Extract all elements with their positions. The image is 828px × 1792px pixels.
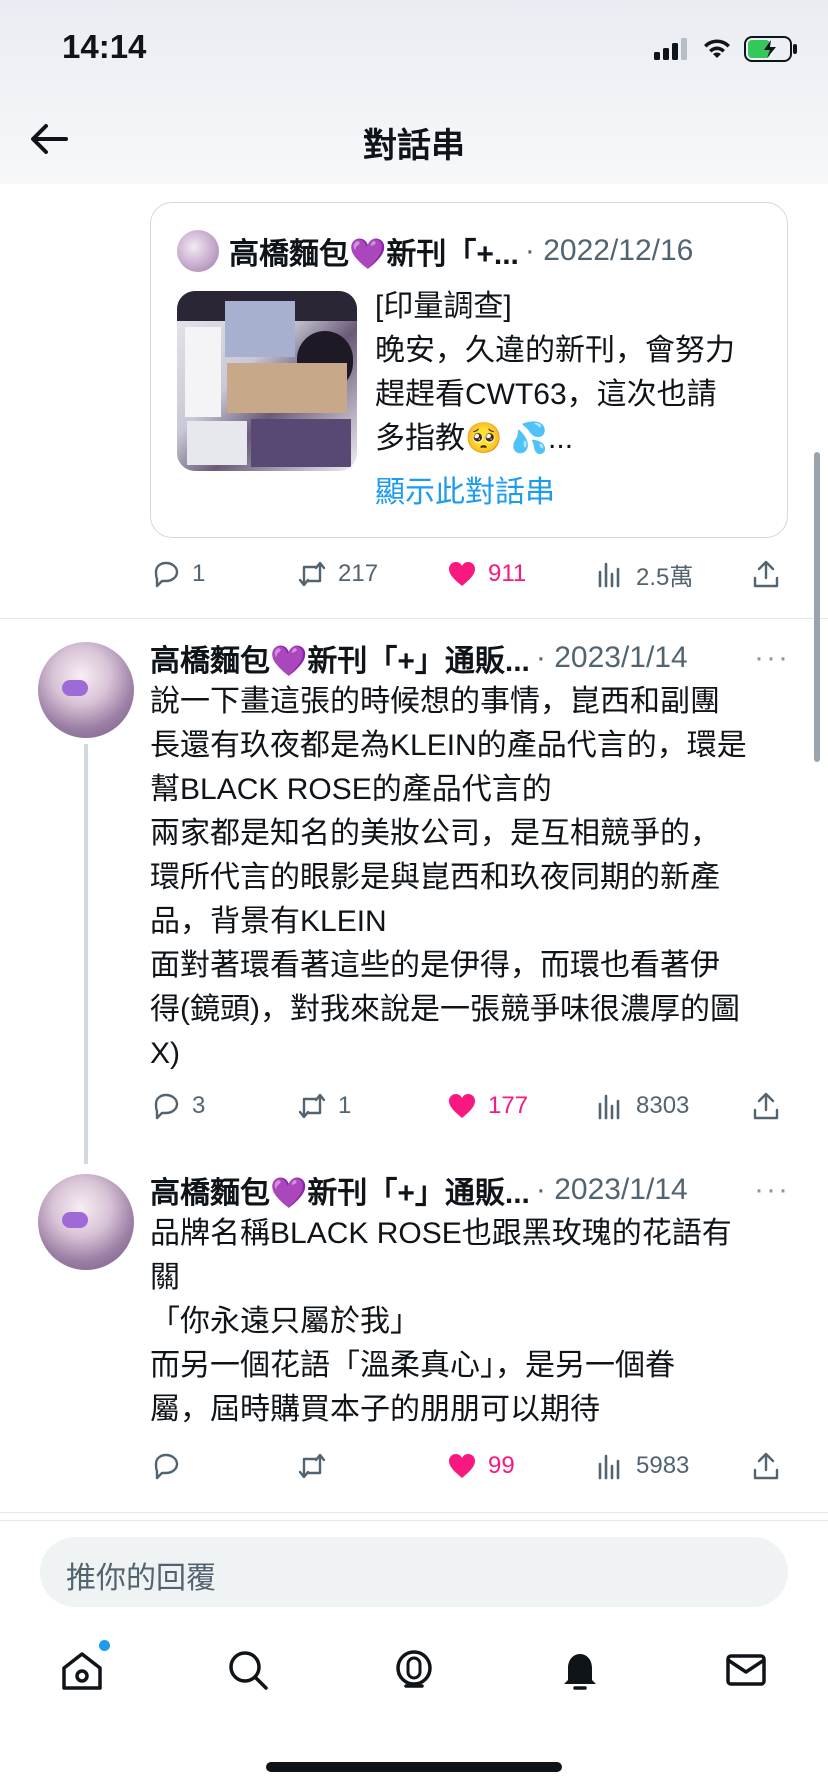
status-time: 14:14 [62,28,147,65]
mail-icon [726,1654,766,1686]
page-title: 對話串 [363,127,465,165]
like-count: 99 [488,1452,515,1479]
tweet-header: 高橋麵包💜新刊「+」通販... · 2023/1/14 ··· [150,1168,790,1212]
retweet-button[interactable]: 217 [296,554,378,594]
tweet-date: · 2023/1/14 [535,641,688,674]
quoted-line: [印量調查] [375,290,512,323]
reply-button[interactable] [150,1446,192,1486]
tweet-image-thumbnail[interactable] [177,291,357,471]
avatar[interactable] [38,642,134,738]
show-thread-link[interactable]: 顯示此對話串 [375,467,555,511]
views-icon [598,1454,620,1480]
tab-messages[interactable] [716,1640,776,1700]
wifi-icon [704,39,730,58]
top-header: 14:14 對話串 [0,0,828,184]
retweet-icon [298,1093,326,1119]
tab-notifications[interactable] [550,1640,610,1700]
reply-icon [154,1453,179,1480]
heart-icon [449,1094,475,1118]
author-name[interactable]: 高橋麵包💜新刊「+」通販... [150,1168,530,1212]
avatar-glasses [62,680,88,696]
tweet-text: 說一下畫這張的時候想的事情，崑西和副團 長還有玖夜都是為KLEIN的產品代言的，… [150,685,747,1070]
tab-home[interactable] [52,1640,112,1700]
avatar[interactable] [38,1174,134,1270]
spaces-icon [396,1650,432,1688]
quoted-tweet-text: [印量調查] 晚安，久違的新刊，會努力 趕趕看CWT63，這次也請 多指教🥺 💦… [375,285,775,461]
battery-icon [744,36,797,62]
quoted-line: 多指教🥺 💦... [375,422,574,455]
author-name[interactable]: 高橋麵包💜新刊「+」通販... [150,636,530,680]
reply-input[interactable]: 推你的回覆 [40,1537,788,1607]
views-button[interactable]: 8303 [594,1086,689,1126]
avatar-glasses [62,1212,88,1228]
status-icons [654,36,798,62]
retweet-button[interactable]: 1 [296,1086,351,1126]
heart-icon [449,562,475,586]
signal-icon [654,38,687,60]
divider [0,1512,828,1513]
tweet-actions: 1 217 911 2.5萬 [150,554,790,594]
view-count: 8303 [636,1092,690,1119]
view-count: 5983 [636,1452,690,1479]
reply-button[interactable]: 1 [150,554,205,594]
share-icon [753,1092,779,1120]
quoted-tweet-card[interactable]: 高橋麵包💜新刊「+... · 2022/12/16 [印量調查] 晚安，久違的新… [150,202,788,538]
quoted-tweet-header: 高橋麵包💜新刊「+... · 2022/12/16 [177,229,693,273]
scrollbar[interactable] [814,452,820,762]
tab-search[interactable] [218,1640,278,1700]
share-button[interactable] [750,1446,782,1486]
bell-icon [564,1654,596,1690]
home-icon [62,1652,102,1690]
retweet-icon [298,1453,326,1479]
divider [0,1520,828,1521]
tweet-date: · 2022/12/16 [524,234,694,267]
like-button[interactable]: 99 [446,1446,515,1486]
views-button[interactable]: 5983 [594,1446,689,1486]
tweet-text: 品牌名稱BLACK ROSE也跟黑玫瑰的花語有 關 「你永遠只屬於我」 而另一個… [150,1217,732,1426]
retweet-icon [298,561,326,587]
search-icon [229,1651,268,1690]
tweet-actions: 3 1 177 8303 [150,1086,790,1126]
tab-spaces[interactable] [384,1640,444,1700]
notification-dot [99,1640,110,1651]
views-icon [598,1094,620,1120]
reply-count: 1 [192,560,206,587]
retweet-count: 1 [338,1092,352,1119]
tweet-actions: 99 5983 [150,1446,790,1486]
view-count: 2.5萬 [636,563,694,591]
reply-icon [154,561,179,588]
share-icon [753,1452,779,1480]
like-button[interactable]: 177 [446,1086,528,1126]
more-options-icon[interactable]: ··· [754,1173,790,1207]
retweet-count: 217 [338,560,379,587]
thread-line [84,744,88,1164]
bottom-tab-bar [0,1640,828,1720]
tweet-date: · 2023/1/14 [535,1173,688,1206]
like-button[interactable]: 911 [446,554,526,594]
reply-icon [154,1093,179,1120]
reply-button[interactable]: 3 [150,1086,205,1126]
heart-icon [449,1454,475,1478]
retweet-button[interactable] [296,1446,338,1486]
like-count: 911 [488,560,527,587]
quoted-line: 晚安，久違的新刊，會努力 [375,334,735,367]
home-indicator [266,1762,562,1772]
views-button[interactable]: 2.5萬 [594,554,693,594]
share-icon [753,560,779,588]
reply-count: 3 [192,1092,206,1119]
share-button[interactable] [750,1086,782,1126]
divider [0,618,828,619]
tweet-header: 高橋麵包💜新刊「+」通販... · 2023/1/14 ··· [150,636,790,680]
quoted-line: 趕趕看CWT63，這次也請 [375,378,717,411]
author-name: 高橋麵包💜新刊「+... [229,238,519,271]
share-button[interactable] [750,554,782,594]
more-options-icon[interactable]: ··· [754,641,790,675]
views-icon [598,562,620,588]
avatar [177,230,219,272]
like-count: 177 [488,1092,529,1119]
